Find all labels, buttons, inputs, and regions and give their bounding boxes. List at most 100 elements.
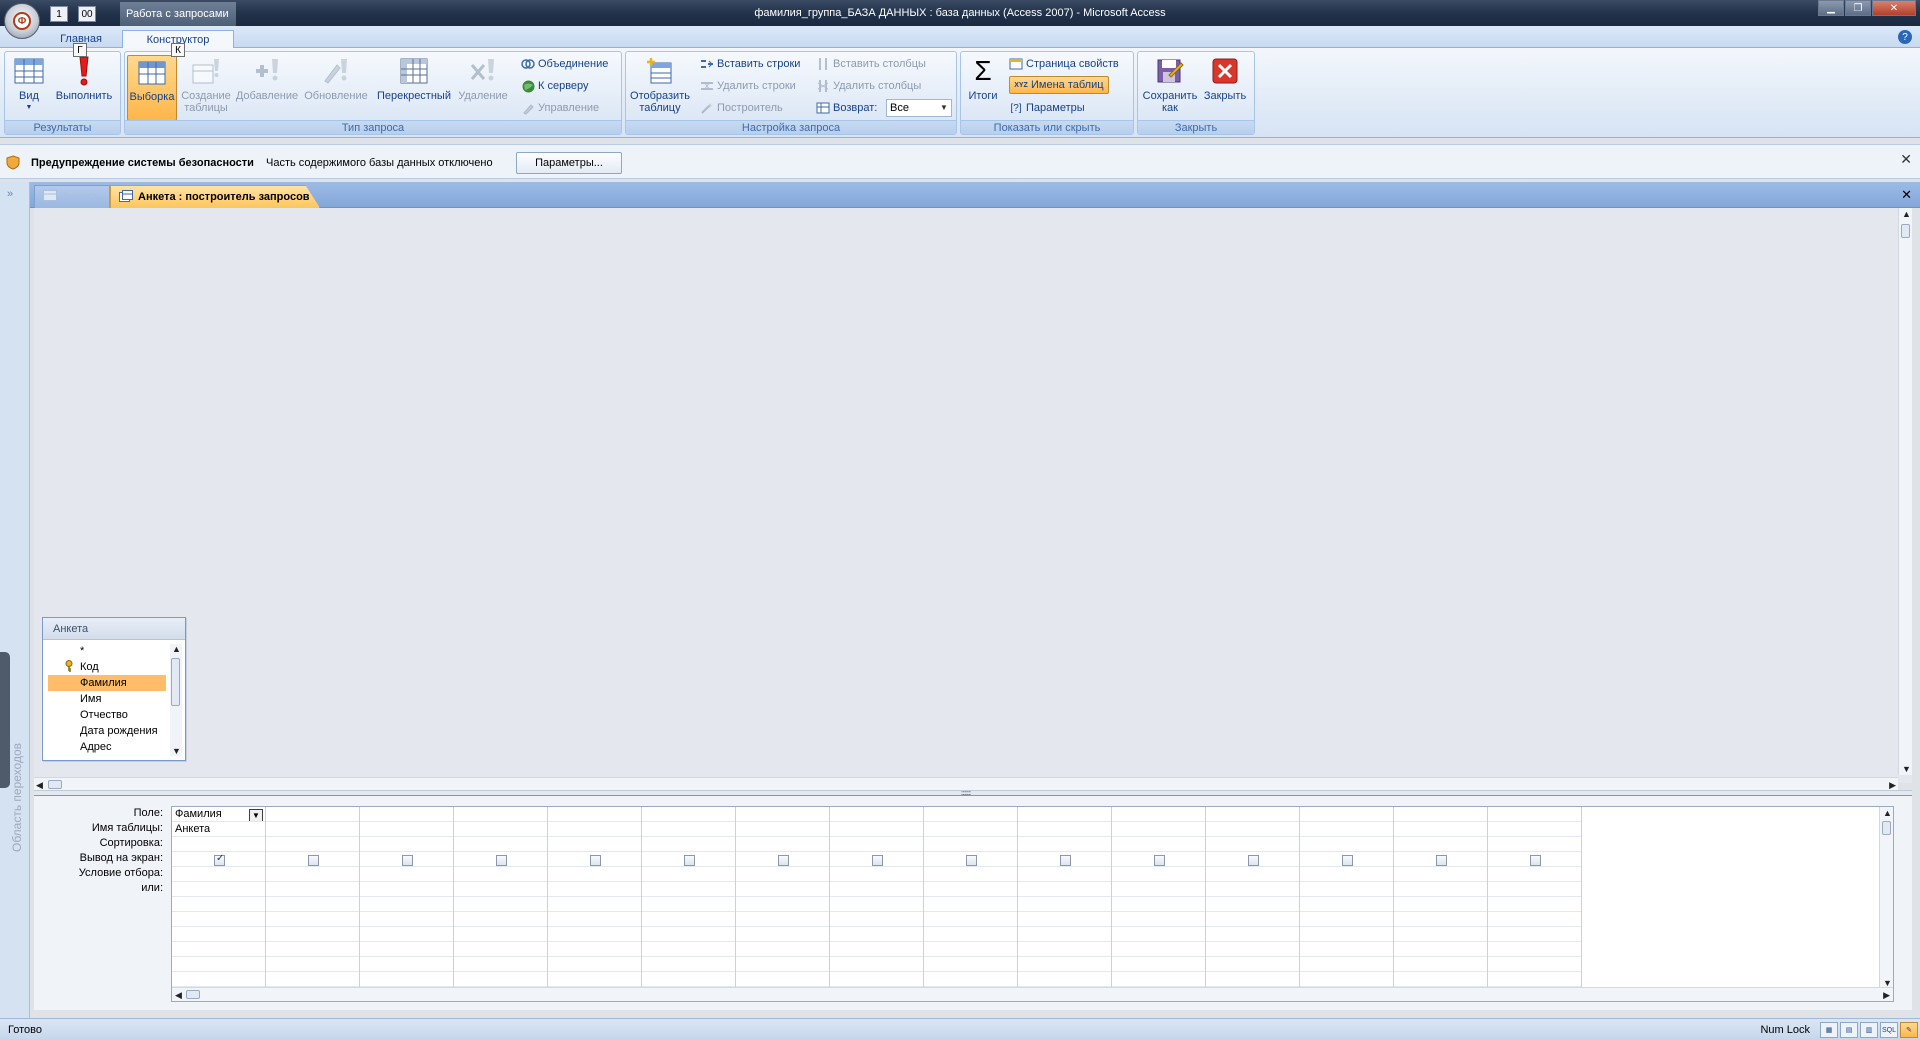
or-cell[interactable] [266,912,359,927]
or-cell[interactable] [1300,957,1393,972]
grid-column[interactable] [736,807,830,991]
or-cell[interactable] [642,882,735,897]
or-cell[interactable] [172,912,265,927]
field-cell[interactable] [548,807,641,822]
or-cell[interactable] [1112,882,1205,897]
or-cell[interactable] [172,897,265,912]
scroll-right-arrow-icon[interactable]: ▶ [1883,990,1890,1001]
or-cell[interactable] [1488,927,1581,942]
criteria-cell[interactable] [360,867,453,882]
make-table-query-button[interactable]: Создание таблицы [179,55,233,117]
table-cell[interactable] [360,822,453,837]
grid-column[interactable] [454,807,548,991]
show-checkbox[interactable] [966,855,977,866]
close-icon[interactable]: ✕ [1901,187,1912,203]
show-cell[interactable] [1112,852,1205,867]
show-cell[interactable] [1488,852,1581,867]
table-cell[interactable] [642,822,735,837]
criteria-cell[interactable] [1018,867,1111,882]
or-cell[interactable] [172,957,265,972]
minimize-button[interactable]: ▁ [1818,0,1844,16]
or-cell[interactable] [1488,882,1581,897]
pivot-chart-view-icon[interactable]: ▥ [1860,1022,1878,1038]
field-cell[interactable] [1018,807,1111,822]
criteria-cell[interactable] [830,867,923,882]
totals-button[interactable]: Σ Итоги [965,55,1001,117]
sort-cell[interactable] [1488,837,1581,852]
field-cell[interactable] [1112,807,1205,822]
sort-cell[interactable] [1112,837,1205,852]
or-cell[interactable] [642,942,735,957]
or-cell[interactable] [1112,912,1205,927]
table-cell[interactable] [736,822,829,837]
or-cell[interactable] [736,897,829,912]
builder-button[interactable]: Построитель [700,99,783,117]
sort-cell[interactable] [1206,837,1299,852]
or-cell[interactable] [454,912,547,927]
or-cell[interactable] [266,942,359,957]
restore-button[interactable]: ❐ [1845,0,1871,16]
show-cell[interactable] [1206,852,1299,867]
field-list-item[interactable]: Адрес [48,739,166,755]
show-table-button[interactable]: Отобразить таблицу [630,55,690,117]
field-list-title[interactable]: Анкета [43,618,185,640]
field-cell[interactable] [360,807,453,822]
scroll-up-arrow-icon[interactable]: ▲ [172,644,181,654]
sort-cell[interactable] [454,837,547,852]
show-checkbox[interactable] [1154,855,1165,866]
or-cell[interactable] [360,972,453,987]
data-definition-button[interactable]: Управление [521,99,599,117]
or-cell[interactable] [642,897,735,912]
query-design-upper-pane[interactable]: Анкета * Код Фамилия Имя Отчество Дата р… [34,208,1912,791]
criteria-cell[interactable] [1394,867,1487,882]
table-cell[interactable] [1112,822,1205,837]
criteria-cell[interactable] [172,867,265,882]
or-cell[interactable] [642,972,735,987]
or-cell[interactable] [1206,972,1299,987]
doc-tab-table[interactable]: Анкета [34,185,110,208]
or-cell[interactable] [924,897,1017,912]
show-checkbox[interactable] [1530,855,1541,866]
table-names-button[interactable]: XYZ Имена таблиц [1009,76,1109,94]
field-cell[interactable] [1488,807,1581,822]
or-cell[interactable] [830,927,923,942]
qat-save-keytip[interactable]: 1 [50,6,68,22]
or-cell[interactable] [924,972,1017,987]
upper-vertical-scrollbar[interactable]: ▲ ▼ [1898,208,1912,775]
or-cell[interactable] [1018,897,1111,912]
or-cell[interactable] [1394,942,1487,957]
sort-cell[interactable] [736,837,829,852]
show-checkbox[interactable] [872,855,883,866]
or-cell[interactable] [830,882,923,897]
or-cell[interactable] [1300,942,1393,957]
show-cell[interactable] [1018,852,1111,867]
criteria-cell[interactable] [548,867,641,882]
or-cell[interactable] [454,957,547,972]
field-list-scrollbar[interactable]: ▲ ▼ [170,644,182,756]
or-cell[interactable] [736,927,829,942]
or-cell[interactable] [1300,882,1393,897]
or-cell[interactable] [1018,912,1111,927]
show-cell[interactable] [736,852,829,867]
show-checkbox[interactable] [684,855,695,866]
scroll-down-arrow-icon[interactable]: ▼ [172,746,181,756]
scrollbar-thumb[interactable] [1901,224,1910,238]
or-cell[interactable] [360,912,453,927]
table-cell[interactable] [1488,822,1581,837]
show-checkbox[interactable] [1436,855,1447,866]
or-cell[interactable] [548,912,641,927]
criteria-cell[interactable] [1488,867,1581,882]
show-cell[interactable] [642,852,735,867]
or-cell[interactable] [1018,957,1111,972]
table-cell[interactable] [1394,822,1487,837]
or-cell[interactable] [548,942,641,957]
show-cell[interactable] [1300,852,1393,867]
parameters-button[interactable]: [?] Параметры [1009,99,1084,117]
expand-chevron-icon[interactable]: » [7,188,13,200]
or-cell[interactable] [642,912,735,927]
grid-vertical-scrollbar[interactable]: ▲ ▼ [1879,807,1893,989]
run-button[interactable]: Выполнить [51,55,117,117]
criteria-cell[interactable] [1300,867,1393,882]
or-cell[interactable] [1112,972,1205,987]
sort-cell[interactable] [642,837,735,852]
